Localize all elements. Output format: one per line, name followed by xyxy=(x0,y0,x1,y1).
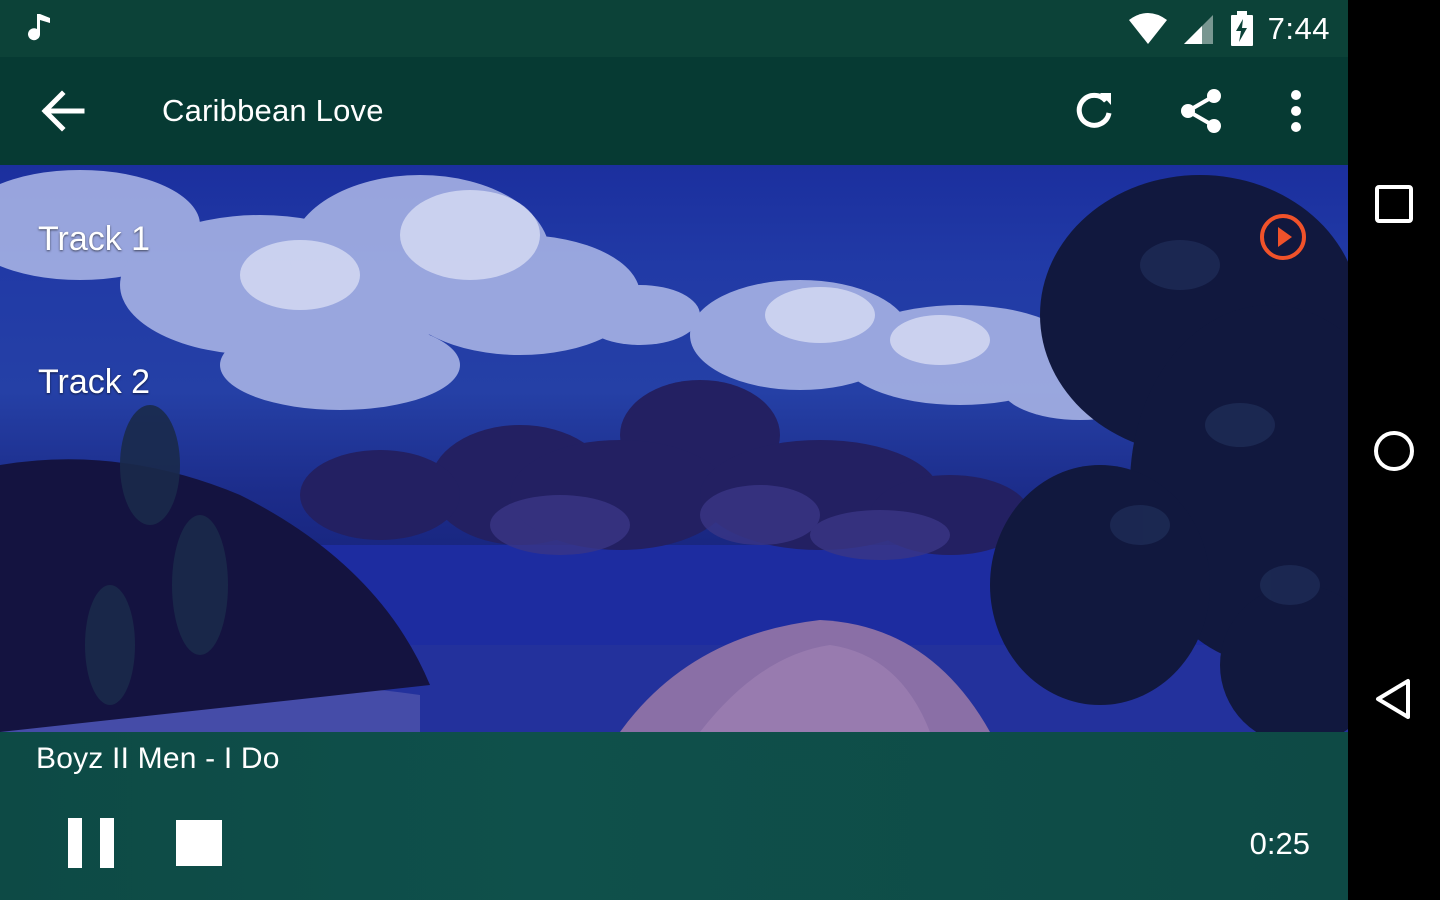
clock-time: 7:44 xyxy=(1267,11,1330,46)
track-list-area: Track 1 Track 2 xyxy=(0,165,1348,732)
share-icon[interactable] xyxy=(1178,87,1226,135)
elapsed-time: 0:25 xyxy=(1249,826,1310,861)
stop-icon[interactable] xyxy=(176,820,222,866)
recents-square-icon[interactable] xyxy=(1370,180,1418,228)
refresh-icon[interactable] xyxy=(1070,87,1118,135)
pause-icon[interactable] xyxy=(68,818,114,868)
wifi-icon xyxy=(1128,13,1167,44)
track-item-1[interactable]: Track 1 xyxy=(38,220,150,259)
now-playing-icon[interactable] xyxy=(1258,212,1308,262)
player-controls: Boyz II Men - I Do 0:25 xyxy=(0,732,1348,900)
app-toolbar: Caribbean Love xyxy=(0,57,1348,165)
track-item-2[interactable]: Track 2 xyxy=(38,363,150,402)
battery-charging-icon xyxy=(1230,11,1253,46)
now-playing-title: Boyz II Men - I Do xyxy=(36,742,280,775)
music-note-icon xyxy=(28,14,50,41)
system-nav-bar xyxy=(1348,0,1440,900)
status-bar: 7:44 xyxy=(0,0,1348,57)
back-triangle-icon[interactable] xyxy=(1370,675,1418,723)
app-screen: 7:44 Caribbean Love Track 1 Track 2 Boyz… xyxy=(0,0,1348,900)
cell-signal-icon xyxy=(1183,15,1213,44)
back-arrow-icon[interactable] xyxy=(40,89,86,133)
more-vert-icon[interactable] xyxy=(1272,87,1320,135)
beach-background-image xyxy=(0,170,1348,732)
home-circle-icon[interactable] xyxy=(1370,427,1418,475)
page-title: Caribbean Love xyxy=(162,93,384,128)
